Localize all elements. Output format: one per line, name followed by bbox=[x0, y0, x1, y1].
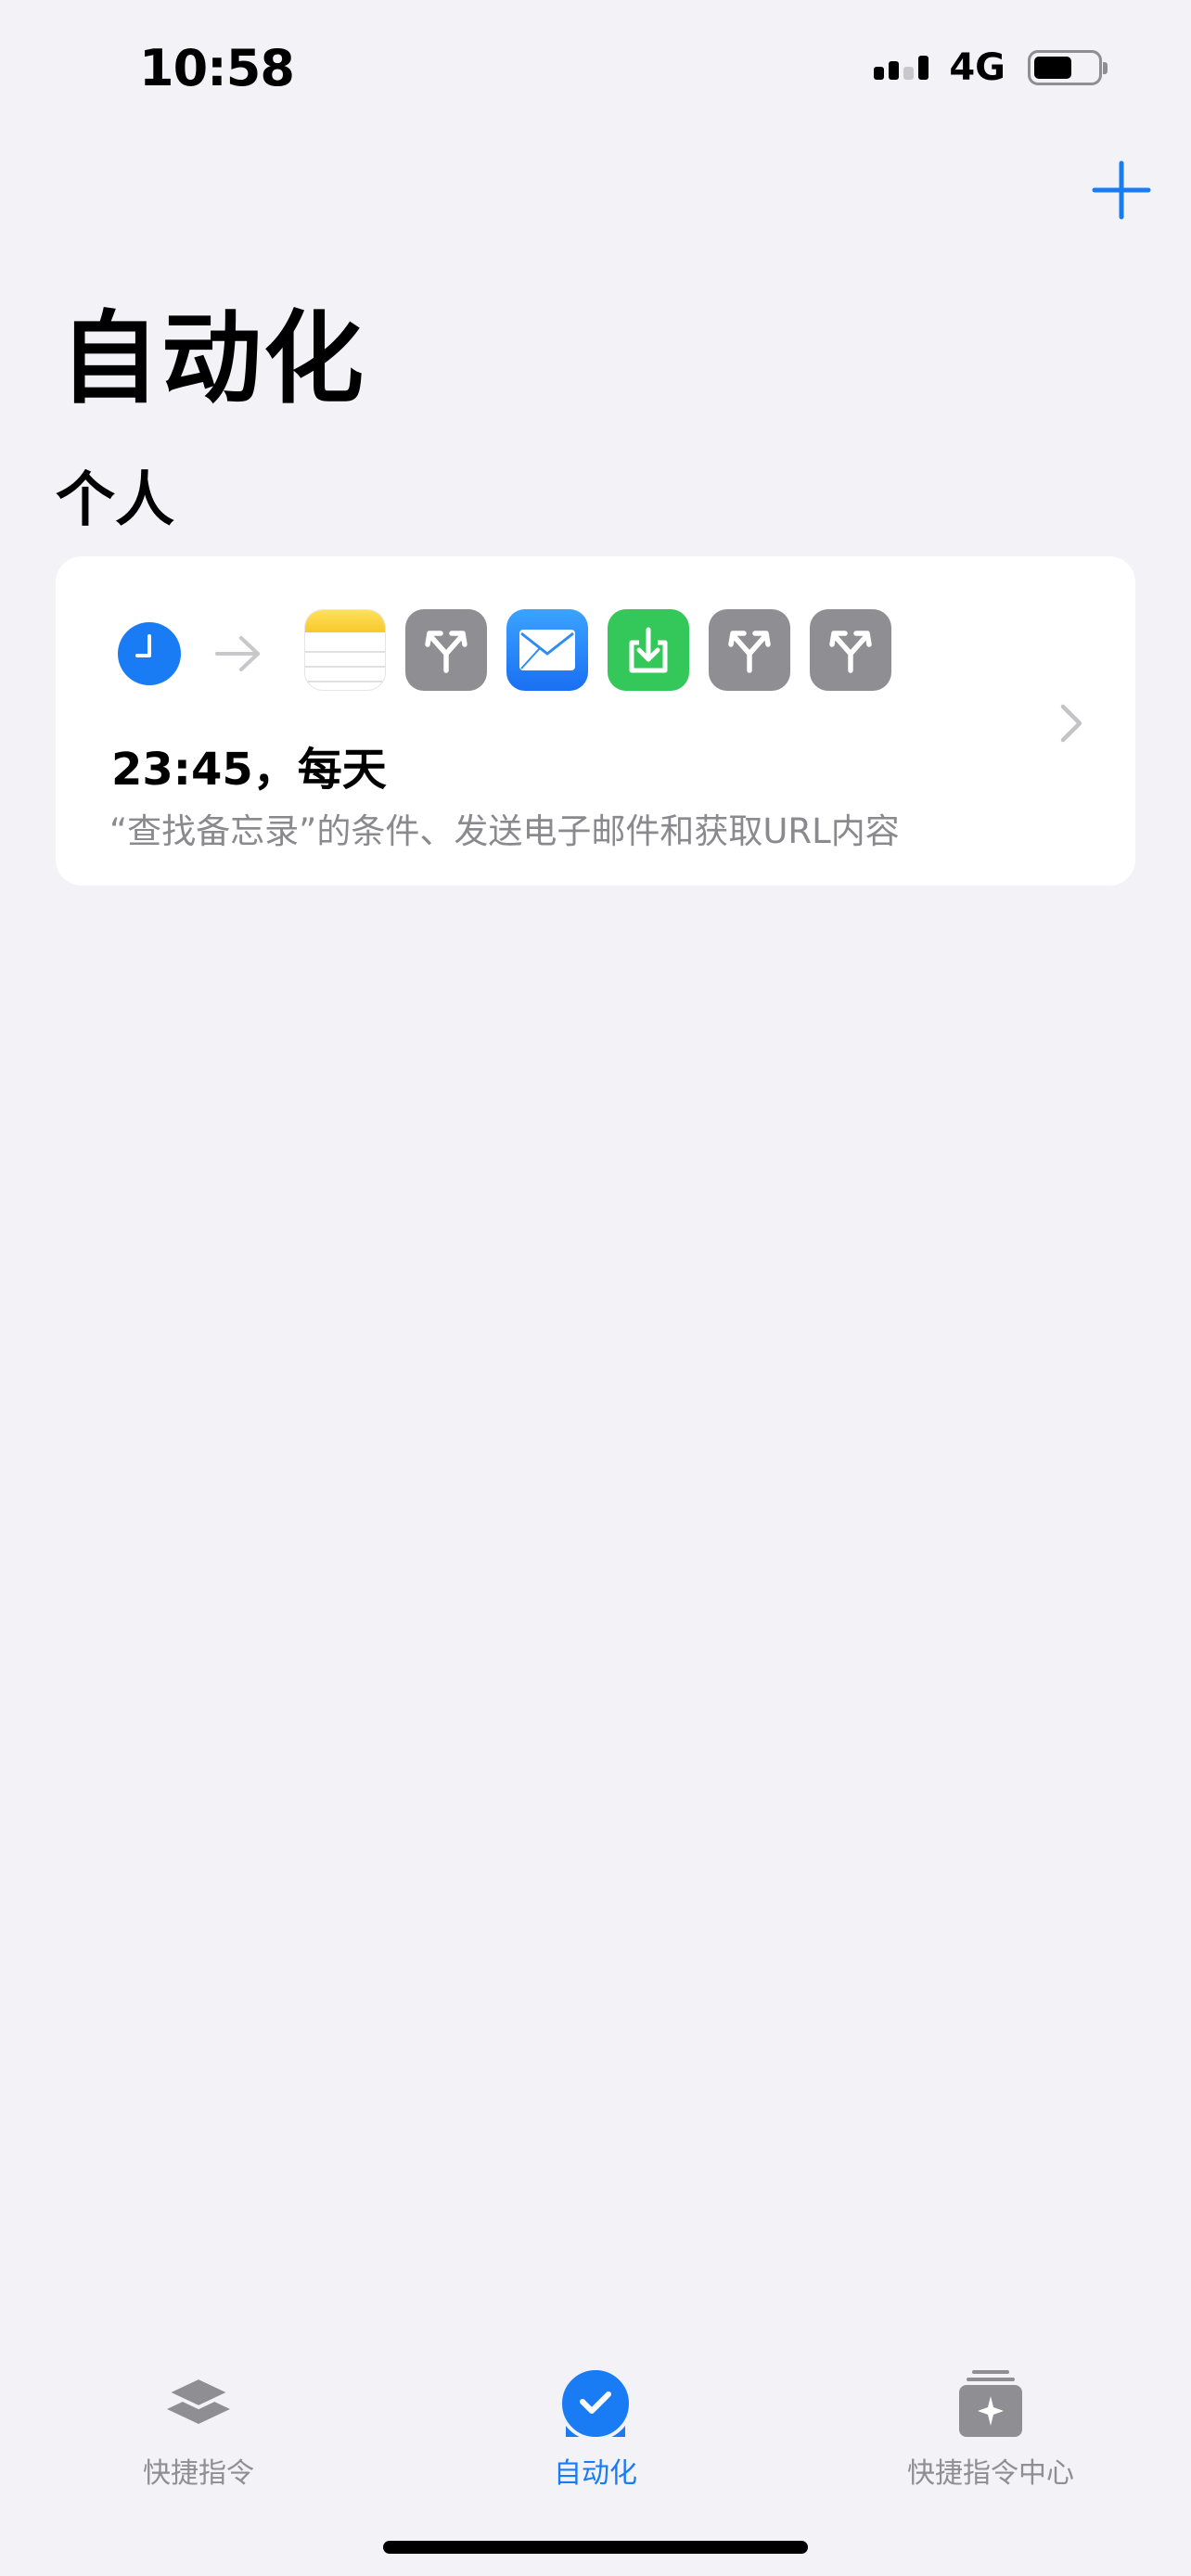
tab-shortcuts[interactable]: 快捷指令 bbox=[59, 2365, 338, 2491]
tab-automation[interactable]: 自动化 bbox=[456, 2365, 735, 2491]
automation-title: 23:45，每天 bbox=[111, 744, 387, 796]
branch-icon bbox=[405, 609, 487, 691]
branch-icon bbox=[709, 609, 790, 691]
add-automation-button[interactable] bbox=[1089, 158, 1154, 223]
gallery-icon bbox=[959, 2370, 1022, 2437]
mail-icon bbox=[506, 609, 588, 691]
tab-label: 快捷指令 bbox=[143, 2457, 254, 2490]
tab-label: 自动化 bbox=[554, 2457, 637, 2490]
plus-icon bbox=[1092, 160, 1151, 220]
check-circle-icon bbox=[558, 2366, 633, 2441]
automation-card[interactable]: 23:45，每天 “查找备忘录”的条件、发送电子邮件和获取URL内容 bbox=[56, 556, 1135, 886]
tab-gallery[interactable]: 快捷指令中心 bbox=[852, 2365, 1130, 2491]
branch-icon bbox=[810, 609, 891, 691]
notes-icon bbox=[304, 609, 386, 691]
download-icon bbox=[608, 609, 689, 691]
status-time: 10:58 bbox=[139, 39, 295, 97]
page-title: 自动化 bbox=[59, 301, 366, 417]
layers-icon bbox=[162, 2375, 235, 2424]
status-indicators: 4G bbox=[874, 46, 1108, 89]
signal-icon bbox=[874, 56, 929, 80]
chevron-right-icon bbox=[1060, 704, 1082, 743]
battery-icon bbox=[1028, 50, 1108, 85]
section-title: 个人 bbox=[56, 466, 174, 535]
automation-subtitle: “查找备忘录”的条件、发送电子邮件和获取URL内容 bbox=[109, 811, 900, 851]
arrow-right-icon bbox=[215, 636, 260, 671]
network-type: 4G bbox=[949, 46, 1005, 89]
clock-icon bbox=[118, 622, 181, 685]
tab-label: 快捷指令中心 bbox=[907, 2457, 1074, 2490]
home-indicator[interactable] bbox=[383, 2541, 808, 2554]
